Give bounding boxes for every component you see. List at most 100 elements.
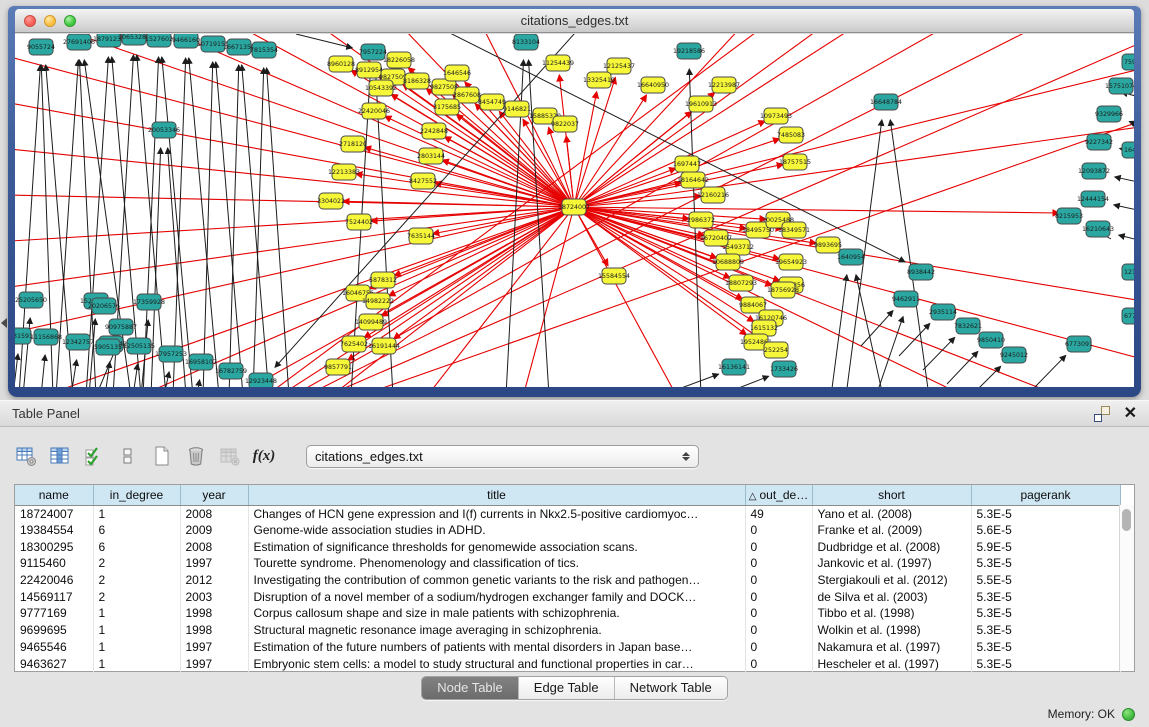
graph-node[interactable]: 18756928 [767, 282, 799, 298]
column-header-title[interactable]: title [248, 485, 745, 505]
cell-out_de[interactable]: 0 [745, 655, 812, 672]
cell-short[interactable]: de Silva et al. (2003) [812, 588, 971, 605]
graph-node[interactable]: 9466160 [172, 34, 200, 48]
cell-short[interactable]: Franke et al. (2009) [812, 522, 971, 539]
graph-node[interactable]: 13325419 [583, 72, 615, 88]
table-vertical-scrollbar[interactable] [1119, 505, 1134, 671]
graph-node[interactable]: 7485083 [777, 127, 805, 143]
graph-node[interactable]: 8938442 [907, 264, 935, 280]
black-edge[interactable] [1115, 177, 1134, 184]
red-edge[interactable] [221, 207, 574, 387]
row-select-icon[interactable] [82, 444, 106, 468]
black-edge[interactable] [216, 62, 243, 387]
cell-out_de[interactable]: 0 [745, 538, 812, 555]
graph-node[interactable]: 2718120 [339, 136, 367, 152]
graph-node[interactable]: 12213987 [708, 77, 740, 93]
cell-title[interactable]: Estimation of the future numbers of pati… [248, 639, 745, 656]
red-edge[interactable] [15, 207, 574, 294]
cell-title[interactable]: Genome-wide association studies in ADHD. [248, 522, 745, 539]
cell-out_de[interactable]: 0 [745, 639, 812, 656]
graph-node[interactable]: 18226058 [383, 52, 415, 68]
cell-in_degree[interactable]: 2 [93, 555, 180, 572]
graph-node[interactable]: 9329966 [1095, 106, 1123, 122]
cell-name[interactable]: 9465546 [15, 639, 93, 656]
table-row[interactable]: 946554611997Estimation of the future num… [15, 639, 1120, 656]
graph-node[interactable]: 18757515 [779, 154, 811, 170]
scrollbar-thumb[interactable] [1122, 509, 1131, 531]
cell-title[interactable]: Changes of HCN gene expression and I(f) … [248, 505, 745, 522]
red-edge[interactable] [15, 207, 574, 344]
graph-node[interactable]: 8427552 [409, 173, 437, 189]
graph-node[interactable]: 12213383 [328, 164, 360, 180]
cell-short[interactable]: Stergiakouli et al. (2012) [812, 572, 971, 589]
graph-node[interactable]: 16958107 [185, 354, 217, 370]
graph-node[interactable]: 17957253 [155, 346, 187, 362]
graph-node[interactable]: 18349571 [778, 222, 810, 238]
black-edge[interactable] [861, 311, 893, 346]
graph-node[interactable]: 16414 [1122, 142, 1134, 158]
cell-name[interactable]: 18724007 [15, 505, 93, 522]
graph-node[interactable]: 7524402 [345, 214, 373, 230]
graph-node[interactable]: 16191444 [368, 338, 400, 354]
cell-in_degree[interactable]: 2 [93, 588, 180, 605]
memory-status-icon[interactable] [1122, 708, 1135, 721]
table-row[interactable]: 1456911722003Disruption of a novel membe… [15, 588, 1120, 605]
tab-edge-table[interactable]: Edge Table [519, 677, 615, 699]
graph-node[interactable]: 2986372 [687, 212, 715, 228]
black-edge[interactable] [15, 354, 18, 387]
table-options-icon[interactable] [14, 444, 38, 468]
graph-node[interactable]: 18807293 [725, 275, 757, 291]
graph-node[interactable]: 9822037 [551, 116, 579, 132]
graph-node[interactable]: 12160216 [697, 187, 729, 203]
cell-short[interactable]: Dudbridge et al. (2008) [812, 538, 971, 555]
graph-node[interactable]: 10688809 [712, 254, 744, 270]
cell-in_degree[interactable]: 1 [93, 505, 180, 522]
black-edge[interactable] [229, 65, 239, 387]
graph-node[interactable]: 9055724 [27, 39, 55, 55]
graph-node[interactable]: 9850410 [977, 332, 1005, 348]
graph-node[interactable]: 22420046 [358, 103, 390, 119]
red-edge[interactable] [15, 34, 574, 207]
cell-out_de[interactable]: 0 [745, 522, 812, 539]
cell-title[interactable]: Tourette syndrome. Phenomenology and cla… [248, 555, 745, 572]
cell-short[interactable]: Jankovic et al. (1997) [812, 555, 971, 572]
graph-node[interactable]: 15751074 [1105, 78, 1134, 94]
cell-name[interactable]: 9777169 [15, 605, 93, 622]
cell-in_degree[interactable]: 6 [93, 538, 180, 555]
graph-node[interactable]: 2935114 [929, 304, 957, 320]
cell-in_degree[interactable]: 2 [93, 572, 180, 589]
cell-name[interactable]: 18300295 [15, 538, 93, 555]
cell-year[interactable]: 1997 [180, 639, 248, 656]
cell-out_de[interactable]: 0 [745, 572, 812, 589]
black-edge[interactable] [703, 376, 769, 387]
cell-pagerank[interactable]: 5.3E-5 [971, 605, 1120, 622]
column-header-in_degree[interactable]: in_degree [93, 485, 180, 505]
cell-short[interactable]: Wolkin et al. (1998) [812, 622, 971, 639]
table-row[interactable]: 1938455462009Genome-wide association stu… [15, 522, 1120, 539]
black-edge[interactable] [41, 355, 45, 387]
rows-icon[interactable] [116, 444, 140, 468]
graph-node[interactable]: 7625402 [340, 336, 368, 352]
graph-node[interactable]: 8133104 [512, 34, 540, 50]
black-edge[interactable] [1033, 355, 1066, 387]
black-edge[interactable] [831, 275, 847, 387]
graph-node[interactable]: 1640954 [837, 249, 865, 265]
black-edge[interactable] [253, 68, 264, 387]
cell-year[interactable]: 1998 [180, 622, 248, 639]
graph-node[interactable]: 15584554 [598, 268, 630, 284]
black-edge[interactable] [876, 317, 903, 387]
graph-node[interactable]: 12923448 [245, 373, 277, 387]
cell-title[interactable]: Estimation of significance thresholds fo… [248, 538, 745, 555]
cell-year[interactable]: 2012 [180, 572, 248, 589]
graph-node[interactable]: 8215953 [1055, 208, 1083, 224]
cell-out_de[interactable]: 0 [745, 605, 812, 622]
function-builder-icon[interactable]: f(x) [252, 444, 276, 468]
graph-node[interactable]: 16210643 [1082, 221, 1114, 237]
graph-node[interactable]: 6773091 [1065, 336, 1093, 352]
table-row[interactable]: 969969511998Structural magnetic resonanc… [15, 622, 1120, 639]
cell-name[interactable]: 9115460 [15, 555, 93, 572]
graph-node[interactable]: 11156868 [30, 329, 62, 345]
graph-node[interactable]: 16720407 [700, 230, 732, 246]
graph-node[interactable]: 9462911 [892, 291, 920, 307]
graph-node[interactable]: 20206576 [88, 298, 120, 314]
